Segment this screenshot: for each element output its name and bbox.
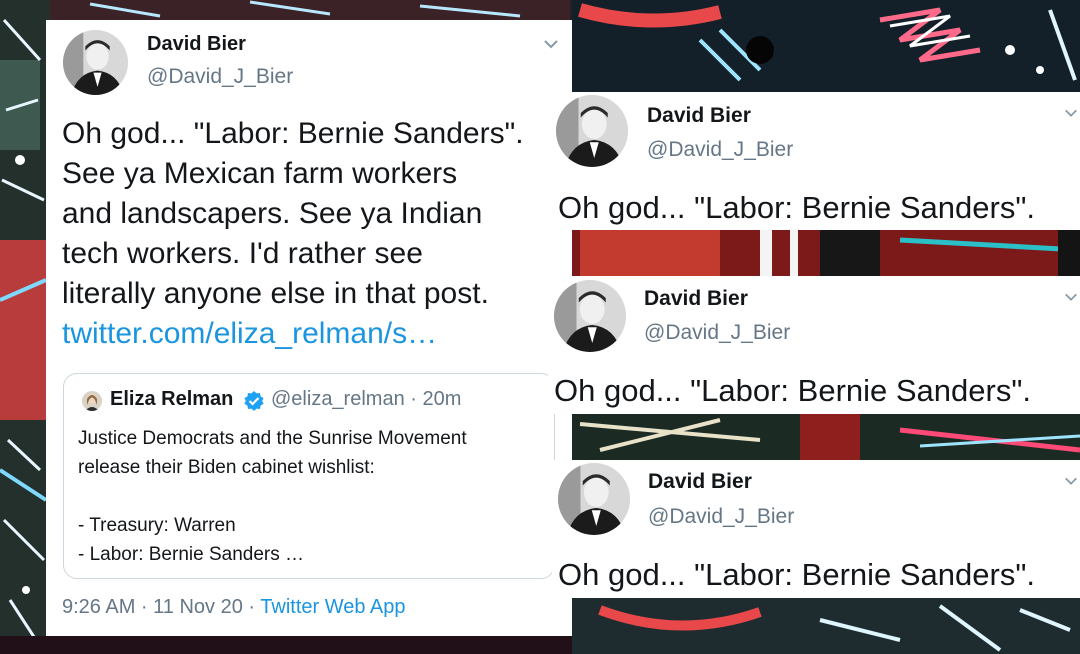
source-app-link[interactable]: Twitter Web App xyxy=(260,596,405,618)
chevron-down-icon[interactable] xyxy=(1064,476,1078,486)
quoted-author-avatar[interactable] xyxy=(82,391,102,411)
author-handle[interactable]: @David_J_Bier xyxy=(147,65,293,89)
quoted-tweet-text: Justice Democrats and the Sunrise Moveme… xyxy=(78,424,548,569)
quoted-text-line: - Labor: Bernie Sanders … xyxy=(78,544,305,565)
author-handle[interactable]: @David_J_Bier xyxy=(648,505,794,529)
author-name[interactable]: David Bier xyxy=(644,287,748,311)
tweet-timestamp[interactable]: 9:26 AM · 11 Nov 20 · xyxy=(62,596,260,618)
quoted-text-line: - Treasury: Warren xyxy=(78,515,236,536)
main-tweet-card: David Bier @David_J_Bier Oh god... "Labo… xyxy=(46,20,572,636)
tweet-text: Oh god... "Labor: Bernie Sanders". xyxy=(554,373,1031,408)
quoted-text-line: release their Biden cabinet wishlist: xyxy=(78,457,375,478)
chevron-down-icon[interactable] xyxy=(1064,292,1078,302)
author-name[interactable]: David Bier xyxy=(648,470,752,494)
tweet-text: Oh god... "Labor: Bernie Sanders". xyxy=(558,190,1035,225)
repeated-tweet-card: David Bier @David_J_Bier Oh god... "Labo… xyxy=(552,460,1080,598)
author-avatar[interactable] xyxy=(558,463,630,535)
avatar-photo-icon xyxy=(556,95,628,167)
avatar-photo-icon xyxy=(558,463,630,535)
author-avatar[interactable] xyxy=(63,30,128,95)
author-avatar[interactable] xyxy=(556,95,628,167)
verified-badge-icon xyxy=(243,390,265,417)
quoted-text-line: Justice Democrats and the Sunrise Moveme… xyxy=(78,428,467,449)
author-avatar[interactable] xyxy=(554,280,626,352)
tweet-footer: 9:26 AM · 11 Nov 20 · Twitter Web App xyxy=(62,596,406,619)
avatar-photo-icon xyxy=(63,30,128,95)
tweet-text: Oh god... "Labor: Bernie Sanders". See y… xyxy=(62,117,524,310)
avatar-photo-icon xyxy=(554,280,626,352)
tweet-link[interactable]: twitter.com/eliza_relman/s… xyxy=(62,317,437,351)
quoted-text-line xyxy=(78,482,548,511)
chevron-down-icon[interactable] xyxy=(1064,108,1078,118)
quoted-author-name[interactable]: Eliza Relman xyxy=(110,388,233,411)
avatar-photo-icon xyxy=(82,391,102,411)
author-handle[interactable]: @David_J_Bier xyxy=(647,138,793,162)
author-name[interactable]: David Bier xyxy=(147,33,246,56)
repeated-tweet-card: David Bier @David_J_Bier Oh god... "Labo… xyxy=(548,276,1080,414)
repeated-tweet-card: David Bier @David_J_Bier Oh god... "Labo… xyxy=(548,92,1080,230)
author-name[interactable]: David Bier xyxy=(647,104,751,128)
tweet-text: Oh god... "Labor: Bernie Sanders". xyxy=(558,557,1035,592)
quoted-meta: @eliza_relman · 20m xyxy=(271,388,462,410)
chevron-down-icon[interactable] xyxy=(543,39,559,49)
quoted-tweet[interactable]: Eliza Relman @eliza_relman · 20m Justice… xyxy=(63,373,555,579)
author-handle[interactable]: @David_J_Bier xyxy=(644,321,790,345)
